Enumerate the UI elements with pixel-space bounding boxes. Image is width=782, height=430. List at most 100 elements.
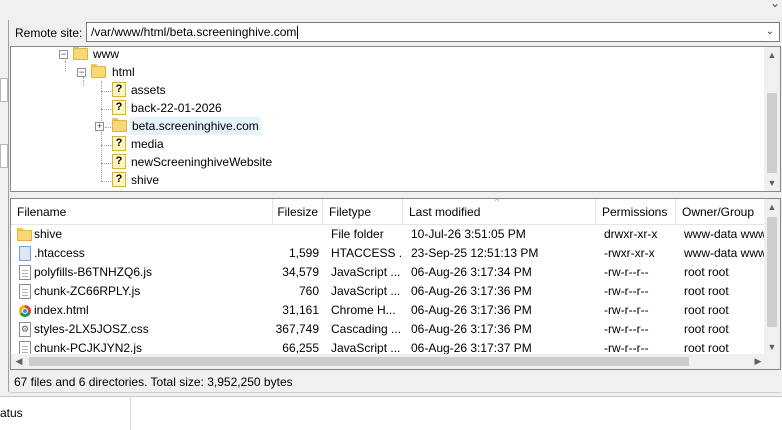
file-type: Chrome H... <box>331 303 396 317</box>
file-permissions: -rwxr-xr-x <box>604 246 655 260</box>
file-type: HTACCESS ... <box>331 246 401 260</box>
scroll-down-icon[interactable]: ▼ <box>764 339 780 355</box>
collapse-icon[interactable]: − <box>77 68 86 77</box>
css-file-icon <box>19 322 31 337</box>
tab-status[interactable]: atus <box>0 397 131 430</box>
file-row[interactable]: chunk-ZC66RPLY.js 760 JavaScript ... 06-… <box>11 282 766 301</box>
htaccess-file-icon <box>19 246 31 261</box>
file-type: Cascading ... <box>331 322 401 336</box>
tree-item-back-22-01-2026[interactable]: ? back-22-01-2026 <box>11 99 711 117</box>
file-size: 760 <box>298 284 319 298</box>
folder-icon <box>73 47 88 60</box>
unknown-folder-icon: ? <box>112 136 126 151</box>
file-modified: 06-Aug-26 3:17:36 PM <box>411 284 532 298</box>
js-file-icon <box>19 284 31 299</box>
file-type: JavaScript ... <box>331 284 401 298</box>
file-row[interactable]: polyfills-B6TNHZQ6.js 34,579 JavaScript … <box>11 263 766 282</box>
directory-summary-status: 67 files and 6 directories. Total size: … <box>10 371 781 393</box>
tree-item-beta-screeninghive-com[interactable]: + beta.screeninghive.com <box>11 117 711 135</box>
column-header-last-modified[interactable]: Last modified <box>403 199 596 224</box>
file-owner-group: www-data www-data <box>684 227 766 241</box>
unknown-folder-icon: ? <box>112 100 126 115</box>
tree-item-assets[interactable]: ? assets <box>11 81 711 99</box>
expand-icon[interactable]: + <box>95 122 104 131</box>
tree-item-www[interactable]: − www <box>11 47 711 63</box>
file-size: 1,599 <box>288 246 319 260</box>
remote-site-path-input[interactable]: /var/www/html/beta.screeninghive.com ⌄ <box>86 22 780 42</box>
scroll-up-icon[interactable]: ▲ <box>764 199 780 215</box>
file-list-horizontal-scrollbar[interactable]: ◀ ▶ <box>11 354 766 369</box>
file-owner-group: root root <box>684 284 729 298</box>
remote-directory-tree: − www − html ? assets ? back-22-01-2026 … <box>10 46 781 192</box>
file-name: shive <box>34 227 63 241</box>
file-permissions: -rw-r--r-- <box>604 265 649 279</box>
chrome-html-icon <box>19 305 31 317</box>
column-header-filetype[interactable]: Filetype <box>323 199 403 224</box>
local-pane-edge <box>0 20 9 392</box>
column-header-permissions[interactable]: Permissions <box>596 199 676 224</box>
tree-item-label: beta.screeninghive.com <box>130 117 261 135</box>
file-permissions: -rw-r--r-- <box>604 303 649 317</box>
unknown-folder-icon: ? <box>112 172 126 187</box>
file-row[interactable]: styles-2LX5JOSZ.css 367,749 Cascading ..… <box>11 320 766 339</box>
tree-item-html[interactable]: − html <box>11 63 711 81</box>
remote-site-bar: Remote site: /var/www/html/beta.screenin… <box>10 20 782 46</box>
folder-icon <box>112 118 127 132</box>
file-modified: 06-Aug-26 3:17:36 PM <box>411 303 532 317</box>
local-pane-control[interactable] <box>0 144 8 168</box>
file-name: chunk-ZC66RPLY.js <box>34 284 141 298</box>
file-permissions: -rw-r--r-- <box>604 322 649 336</box>
tree-item-newscreeninghivewebsite[interactable]: ? newScreeninghiveWebsite <box>11 153 711 171</box>
file-row[interactable]: shive File folder 10-Jul-26 3:51:05 PM d… <box>11 225 766 244</box>
column-header-filesize[interactable]: Filesize <box>273 199 323 224</box>
file-modified: 06-Aug-26 3:17:36 PM <box>411 322 532 336</box>
scroll-left-icon[interactable]: ◀ <box>11 354 27 369</box>
file-name: polyfills-B6TNHZQ6.js <box>34 265 153 279</box>
file-owner-group: root root <box>684 265 729 279</box>
scrollbar-thumb[interactable] <box>767 93 777 173</box>
scroll-up-icon[interactable]: ▲ <box>764 47 780 63</box>
unknown-folder-icon: ? <box>112 154 126 169</box>
chevron-down-icon[interactable]: ⌄ <box>770 0 780 10</box>
file-name: .htaccess <box>34 246 85 260</box>
remote-file-list: Filename Filesize Filetype Last modified… <box>10 198 781 370</box>
file-modified: 23-Sep-25 12:51:13 PM <box>411 246 539 260</box>
chevron-down-icon[interactable]: ⌄ <box>763 23 777 41</box>
scrollbar-thumb[interactable] <box>29 357 689 366</box>
unknown-folder-icon: ? <box>112 82 126 97</box>
file-owner-group: root root <box>684 303 729 317</box>
file-owner-group: root root <box>684 322 729 336</box>
sort-ascending-icon: ^ <box>495 198 500 206</box>
column-header-owner-group[interactable]: Owner/Group <box>676 199 766 224</box>
tab-status-label: atus <box>0 406 23 420</box>
bottom-panel: atus <box>0 396 782 430</box>
tree-item-shive[interactable]: ? shive <box>11 171 711 189</box>
js-file-icon <box>19 265 31 280</box>
scrollbar-thumb[interactable] <box>767 217 777 327</box>
tree-item-label: newScreeninghiveWebsite <box>131 155 273 169</box>
tree-item-label: assets <box>131 83 166 97</box>
file-list-vertical-scrollbar[interactable]: ▲ ▼ <box>764 199 780 369</box>
file-row[interactable]: .htaccess 1,599 HTACCESS ... 23-Sep-25 1… <box>11 244 766 263</box>
tree-item-label: html <box>112 65 135 79</box>
file-name: styles-2LX5JOSZ.css <box>34 322 149 336</box>
file-modified: 10-Jul-26 3:51:05 PM <box>411 227 526 241</box>
remote-site-path-value: /var/www/html/beta.screeninghive.com <box>91 25 297 39</box>
local-pane-control[interactable] <box>0 78 8 102</box>
scroll-down-icon[interactable]: ▼ <box>764 175 780 191</box>
file-type: File folder <box>331 227 384 241</box>
folder-icon <box>17 228 32 241</box>
window-top-strip: ⌄ <box>0 0 782 16</box>
folder-icon <box>91 64 106 78</box>
file-row[interactable]: index.html 31,161 Chrome H... 06-Aug-26 … <box>11 301 766 320</box>
tree-item-label: media <box>131 137 164 151</box>
text-caret <box>297 26 299 40</box>
remote-site-label: Remote site: <box>15 26 83 40</box>
file-modified: 06-Aug-26 3:17:34 PM <box>411 265 532 279</box>
tree-item-label: www <box>93 47 119 61</box>
collapse-icon[interactable]: − <box>59 50 68 59</box>
tree-item-media[interactable]: ? media <box>11 135 711 153</box>
column-header-filename[interactable]: Filename <box>11 199 273 224</box>
file-permissions: drwxr-xr-x <box>604 227 658 241</box>
tree-vertical-scrollbar[interactable]: ▲ ▼ <box>764 47 780 191</box>
